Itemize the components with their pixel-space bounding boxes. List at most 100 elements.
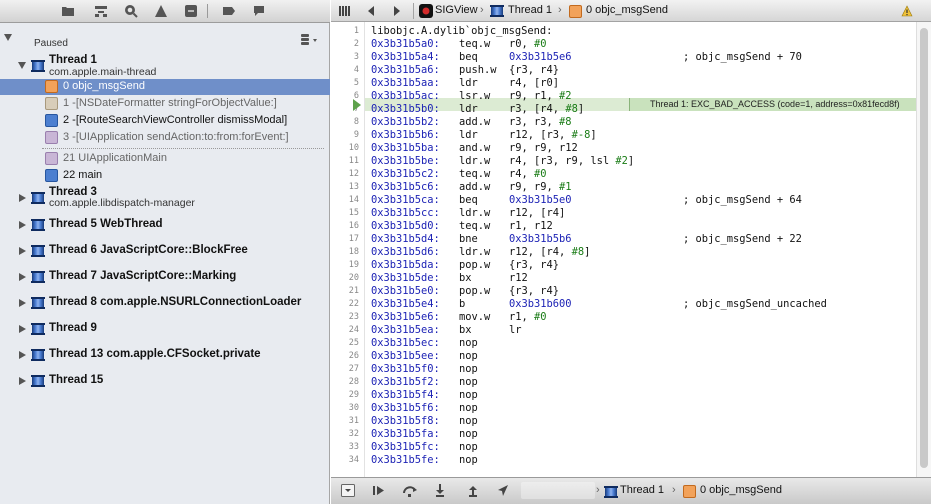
disassembly-line[interactable]: 0x3b31b5d4: bne 0x3b31b5b6 ; objc_msgSend +… [371, 233, 802, 246]
disassembly-line[interactable]: 0x3b31b5f4: nop [371, 389, 809, 402]
hide-debug-area-icon[interactable] [341, 484, 355, 497]
thread-row[interactable]: Thread 9 [0, 320, 330, 338]
thread-row[interactable]: Thread 3 com.apple.libdispatch-manager [0, 185, 330, 211]
thread-row[interactable]: Thread 13 com.apple.CFSocket.private [0, 346, 330, 364]
thread-row[interactable]: Thread 15 [0, 372, 330, 390]
stack-options-icon[interactable] [300, 32, 320, 46]
stack-frame-row[interactable]: 21 UIApplicationMain [0, 151, 330, 167]
disassembly-line[interactable]: 0x3b31b5b6: ldr r12, [r3, #-8] [371, 129, 809, 142]
disassembly-line[interactable]: 0x3b31b5c2: teq.w r4, #0 [371, 168, 809, 181]
instruction-address: 0x3b31b5fa: [371, 428, 440, 440]
disassembly-line[interactable]: 0x3b31b5ee: nop [371, 350, 809, 363]
disassembly-line[interactable]: 0x3b31b5b2: add.w r3, r3, #8 [371, 116, 809, 129]
disassembly-line[interactable]: 0x3b31b5a4: beq 0x3b31b5e6 ; objc_msgSend +… [371, 51, 802, 64]
disassembly-line[interactable]: 0x3b31b5be: ldr.w r4, [r3, r9, lsl #2] [371, 155, 809, 168]
disassembly-line[interactable]: 0x3b31b5ea: bx lr [371, 324, 809, 337]
disassembly-line[interactable]: 0x3b31b5ca: beq 0x3b31b5e0 ; objc_msgSend +… [371, 194, 802, 207]
search-icon[interactable] [123, 3, 139, 19]
thread-row[interactable]: Thread 7 JavaScriptCore::Marking [0, 268, 330, 286]
issue-navigator-icon[interactable] [153, 3, 169, 19]
step-out-icon[interactable] [467, 484, 479, 497]
disclosure-triangle-icon[interactable] [4, 34, 12, 41]
disassembly-line[interactable]: 0x3b31b5f2: nop [371, 376, 809, 389]
operand-registers: r12 [509, 272, 528, 284]
disassembly-line[interactable]: 0x3b31b5fa: nop [371, 428, 809, 441]
instruction-address: 0x3b31b5f0: [371, 363, 440, 375]
disassembly-line[interactable]: 0x3b31b5ba: and.w r9, r9, r12 [371, 142, 809, 155]
operand-registers: r4, [r0] [509, 77, 560, 89]
disclosure-triangle-icon[interactable] [19, 194, 26, 202]
disassembly-line[interactable]: 0x3b31b5e0: pop.w {r3, r4} [371, 285, 809, 298]
stack-frame-row-selected[interactable]: 0 objc_msgSend [0, 79, 330, 95]
instruction-opcode: ldr.w [459, 207, 491, 219]
disassembly-line[interactable]: 0x3b31b5e4: b 0x3b31b600 ; objc_msgSend_unc… [371, 298, 827, 311]
disassembly-line[interactable]: 0x3b31b5d6: ldr.w r12, [r4, #8] [371, 246, 809, 259]
disclosure-triangle-icon[interactable] [18, 62, 26, 69]
jump-bar-app[interactable]: SIGView [435, 4, 478, 16]
related-items-icon[interactable] [339, 5, 351, 17]
back-arrow-icon[interactable] [366, 5, 376, 17]
stack-frame-row[interactable]: 1 -[NSDateFormatter stringForObjectValue… [0, 96, 330, 112]
disassembly-line[interactable]: 0x3b31b5fc: nop [371, 441, 809, 454]
instruction-address: 0x3b31b5d0: [371, 220, 440, 232]
instruction-pointer-icon[interactable] [353, 99, 361, 111]
disassembly-line[interactable]: 0x3b31b5c6: add.w r9, r9, #1 [371, 181, 809, 194]
process-selector[interactable] [521, 482, 595, 499]
step-into-icon[interactable] [434, 484, 446, 497]
folder-icon[interactable] [60, 3, 76, 19]
continue-icon[interactable] [372, 484, 386, 497]
instruction-address: 0x3b31b5d4: [371, 233, 440, 245]
disclosure-triangle-icon[interactable] [19, 247, 26, 255]
instruction-opcode: nop [459, 350, 478, 362]
step-over-icon[interactable] [402, 484, 418, 497]
disassembly-line[interactable]: 0x3b31b5f8: nop [371, 415, 809, 428]
thread-row[interactable]: Thread 8 com.apple.NSURLConnectionLoader [0, 294, 330, 312]
disassembly-line[interactable]: 0x3b31b5ec: nop [371, 337, 809, 350]
disassembly-line[interactable]: 0x3b31b5cc: ldr.w r12, [r4] [371, 207, 809, 220]
thread-row[interactable]: Thread 6 JavaScriptCore::BlockFree [0, 242, 330, 260]
disassembly-line[interactable]: 0x3b31b5f6: nop [371, 402, 809, 415]
thread-row[interactable]: Thread 5 WebThread [0, 216, 330, 234]
thread-row[interactable]: Thread 1 com.apple.main-thread [0, 53, 330, 79]
disclosure-triangle-icon[interactable] [19, 299, 26, 307]
stack-frame-row[interactable]: 22 main [0, 168, 330, 184]
disclosure-triangle-icon[interactable] [19, 351, 26, 359]
debug-bar-thread[interactable]: Thread 1 [620, 484, 664, 496]
disassembly-line[interactable]: 0x3b31b5e6: mov.w r1, #0 [371, 311, 809, 324]
jump-bar-thread[interactable]: Thread 1 [508, 4, 552, 16]
test-navigator-icon[interactable] [183, 3, 199, 19]
operand-tail: ] [590, 129, 597, 141]
disclosure-triangle-icon[interactable] [19, 325, 26, 333]
line-number-gutter[interactable]: 1 2 3 4 5 6 7 8 9 10 11 12 13 14 15 16 17 18 19 20 21 22 23 24 2… [331, 22, 365, 477]
simulate-location-icon[interactable] [497, 484, 509, 497]
operand-immediate: #8 [559, 116, 572, 128]
operand-registers: r12, [r4, [509, 246, 572, 258]
breakpoint-navigator-icon[interactable] [221, 3, 237, 19]
symbol-navigator-icon[interactable] [93, 3, 109, 19]
disassembly-line[interactable]: 0x3b31b5fe: nop [371, 454, 809, 467]
jump-bar: SIGView › Thread 1 › 0 objc_msgSend [331, 0, 931, 22]
warning-icon[interactable] [901, 5, 913, 17]
disassembly-text[interactable]: libobjc.A.dylib`objc_msgSend: 0x3b31b5a0:… [371, 22, 916, 477]
disassembly-line[interactable]: 0x3b31b5f0: nop [371, 363, 809, 376]
disassembly-line[interactable]: 0x3b31b5d0: teq.w r1, r12 [371, 220, 809, 233]
vertical-scrollbar[interactable] [916, 22, 931, 477]
disclosure-triangle-icon[interactable] [19, 221, 26, 229]
disassembly-line[interactable]: 0x3b31b5a0: teq.w r0, #0 [371, 38, 809, 51]
stack-frame-row[interactable]: 2 -[RouteSearchViewController dismissMod… [0, 113, 330, 129]
disassembly-line[interactable]: 0x3b31b5de: bx r12 [371, 272, 809, 285]
stack-frame-row[interactable]: 3 -[UIApplication sendAction:to:from:for… [0, 130, 330, 146]
disassembly-line[interactable]: 0x3b31b5a6: push.w {r3, r4} [371, 64, 809, 77]
debug-bar-frame[interactable]: 0 objc_msgSend [700, 484, 782, 496]
scrollbar-thumb[interactable] [920, 28, 928, 468]
disassembly-line[interactable]: 0x3b31b5da: pop.w {r3, r4} [371, 259, 809, 272]
forward-arrow-icon[interactable] [392, 5, 402, 17]
log-navigator-icon[interactable] [251, 3, 267, 19]
thread-title: Thread 1 [49, 54, 97, 66]
disclosure-triangle-icon[interactable] [19, 377, 26, 385]
jump-bar-frame[interactable]: 0 objc_msgSend [586, 4, 668, 16]
instruction-opcode: bx [459, 324, 472, 336]
exception-annotation[interactable]: Thread 1: EXC_BAD_ACCESS (code=1, addres… [629, 98, 916, 111]
disclosure-triangle-icon[interactable] [19, 273, 26, 281]
disassembly-line[interactable]: 0x3b31b5aa: ldr r4, [r0] [371, 77, 809, 90]
